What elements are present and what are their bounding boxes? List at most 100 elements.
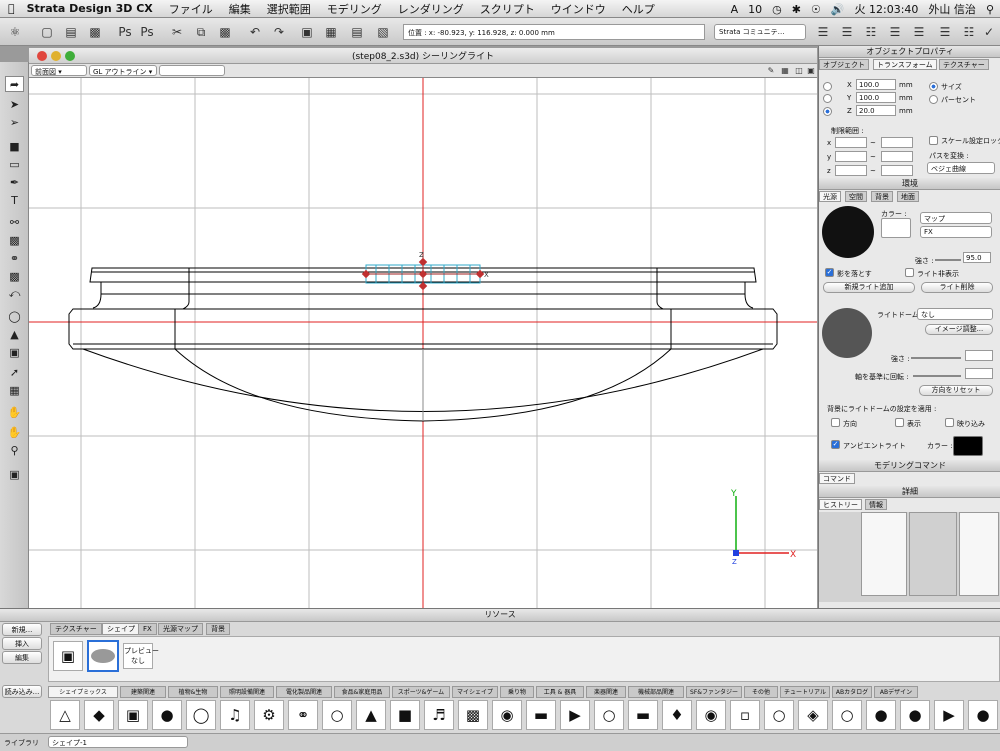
zoom-extents-icon[interactable]: ▦: [322, 23, 340, 41]
add-light-button[interactable]: 新規ライト追加: [823, 282, 915, 293]
maximize-view-icon[interactable]: ▣: [805, 64, 817, 76]
light-color-swatch[interactable]: [881, 218, 911, 238]
sweep-icon[interactable]: ⚭: [5, 250, 24, 266]
shape-thumbnail-icon[interactable]: ●: [968, 700, 998, 730]
bg-reflect-checkbox[interactable]: [945, 418, 954, 427]
shape-thumbnail-icon[interactable]: ▫: [730, 700, 760, 730]
layers-icon[interactable]: ☰: [936, 23, 954, 41]
category-tab[interactable]: 乗り物: [500, 686, 534, 698]
insert-resource-button[interactable]: 挿入: [2, 637, 42, 650]
edit-resource-button[interactable]: 編集: [2, 651, 42, 664]
zoom-window-button[interactable]: [65, 51, 75, 61]
dome-intensity-slider[interactable]: [911, 357, 961, 359]
shape-thumbnail-icon[interactable]: ●: [900, 700, 930, 730]
rotate-axis-field[interactable]: [965, 368, 993, 379]
category-tab[interactable]: 工具 & 器具: [536, 686, 584, 698]
tab-ground[interactable]: 地面: [897, 191, 919, 202]
shape-thumbnail-icon[interactable]: ◉: [492, 700, 522, 730]
cast-shadow-checkbox[interactable]: ✓: [825, 268, 834, 277]
category-tab[interactable]: スポーツ&ゲーム: [392, 686, 450, 698]
undo-icon[interactable]: ↶: [246, 23, 264, 41]
shape-thumbnail-icon[interactable]: ●: [152, 700, 182, 730]
reset-direction-button[interactable]: 方向をリセット: [919, 385, 993, 396]
category-tab[interactable]: 建築関連: [120, 686, 166, 698]
pen-icon[interactable]: ✒: [5, 174, 24, 190]
limit-x-min[interactable]: [835, 137, 867, 148]
camera-icon[interactable]: ▣: [5, 344, 24, 360]
time-machine-icon[interactable]: ◷: [772, 3, 782, 16]
rotate-view-icon[interactable]: ✋: [5, 424, 24, 440]
path-transform-select[interactable]: ベジェ曲線: [927, 162, 995, 174]
community-select[interactable]: Strata コミュニテ…: [714, 24, 806, 40]
volume-icon[interactable]: 🔊: [831, 3, 845, 16]
shape-thumbnail-icon[interactable]: ♫: [220, 700, 250, 730]
scale-lock-checkbox[interactable]: [929, 136, 938, 145]
intensity-slider[interactable]: [935, 259, 961, 261]
limit-y-min[interactable]: [835, 151, 867, 162]
render-icon[interactable]: ☷: [960, 23, 978, 41]
viewport[interactable]: Z X Y X Z: [29, 78, 817, 608]
wifi-icon[interactable]: ☉: [811, 3, 821, 16]
tab-background[interactable]: 背景: [871, 191, 893, 202]
stack-icon[interactable]: ☰: [910, 23, 928, 41]
menu-modeling[interactable]: モデリング: [319, 1, 390, 17]
shape-thumbnail-icon[interactable]: ▬: [526, 700, 556, 730]
shape-thumb-chair[interactable]: ▣: [53, 641, 83, 671]
zoom-slider[interactable]: [159, 65, 225, 76]
menu-file[interactable]: ファイル: [161, 1, 221, 17]
save-icon[interactable]: ▩: [86, 23, 104, 41]
lathe-icon[interactable]: ⚯: [5, 214, 24, 230]
shape-thumbnail-icon[interactable]: ▶: [934, 700, 964, 730]
tab-textures[interactable]: テクスチャー: [50, 623, 102, 635]
shape-thumb-disc[interactable]: [87, 640, 119, 672]
shape-thumbnail-icon[interactable]: ♦: [662, 700, 692, 730]
minimize-window-button[interactable]: [51, 51, 61, 61]
category-tab[interactable]: その他: [744, 686, 778, 698]
bg-show-checkbox[interactable]: [895, 418, 904, 427]
history-list[interactable]: [819, 512, 1000, 602]
tab-light[interactable]: 光源: [819, 191, 841, 202]
spotlight-tool-icon[interactable]: ▲: [5, 326, 24, 342]
app-menu[interactable]: Strata Design 3D CX: [23, 2, 161, 15]
percent-radio[interactable]: [929, 95, 938, 104]
shape-thumbnail-icon[interactable]: ●: [866, 700, 896, 730]
tab-texture[interactable]: テクスチャー: [939, 59, 989, 70]
delete-light-button[interactable]: ライト削除: [921, 282, 993, 293]
shape-thumbnail-icon[interactable]: ◈: [798, 700, 828, 730]
category-tab[interactable]: マイシェイプ: [452, 686, 498, 698]
text-tool-icon[interactable]: T: [5, 192, 24, 208]
limit-x-max[interactable]: [881, 137, 913, 148]
adobe-icon[interactable]: A: [731, 3, 739, 16]
clock[interactable]: 火 12:03:40: [855, 1, 919, 17]
category-tab[interactable]: チュートリアル: [780, 686, 830, 698]
image-adjust-button[interactable]: イメージ調整...: [925, 324, 993, 335]
close-window-button[interactable]: [37, 51, 47, 61]
shape-thumbnail-icon[interactable]: ⚙: [254, 700, 284, 730]
photoshop-import-icon[interactable]: Ps: [116, 23, 134, 41]
tab-transform[interactable]: トランスフォーム: [873, 59, 937, 70]
light-direction-sphere[interactable]: [822, 206, 874, 258]
checklist-icon[interactable]: ✓: [980, 23, 998, 41]
x-field[interactable]: 100.0: [856, 79, 896, 90]
redo-icon[interactable]: ↷: [270, 23, 288, 41]
move-radio[interactable]: [823, 82, 832, 91]
render-tool-icon[interactable]: ▣: [5, 466, 24, 482]
new-resource-button[interactable]: 新規...: [2, 623, 42, 636]
shape-thumbnail-icon[interactable]: ▬: [628, 700, 658, 730]
layout-icon[interactable]: ☷: [862, 23, 880, 41]
menu-window[interactable]: ウインドウ: [543, 1, 614, 17]
menu-rendering[interactable]: レンダリング: [390, 1, 472, 17]
limit-z-max[interactable]: [881, 165, 913, 176]
shape-thumbnail-icon[interactable]: ♬: [424, 700, 454, 730]
category-tab[interactable]: SF&ファンタジー: [686, 686, 742, 698]
shape-thumbnail-icon[interactable]: ▶: [560, 700, 590, 730]
grid-tool-icon[interactable]: ▦: [5, 382, 24, 398]
extrude-icon[interactable]: ▩: [5, 232, 24, 248]
shape-thumbnail-icon[interactable]: △: [50, 700, 80, 730]
new-file-icon[interactable]: ▢: [38, 23, 56, 41]
category-tab[interactable]: シェイプミックス: [48, 686, 118, 698]
hide-light-checkbox[interactable]: [905, 268, 914, 277]
tab-command[interactable]: コマンド: [819, 473, 855, 484]
import-resource-button[interactable]: 読み込み...: [2, 685, 42, 698]
selection-cursor[interactable]: Z X: [361, 251, 489, 291]
